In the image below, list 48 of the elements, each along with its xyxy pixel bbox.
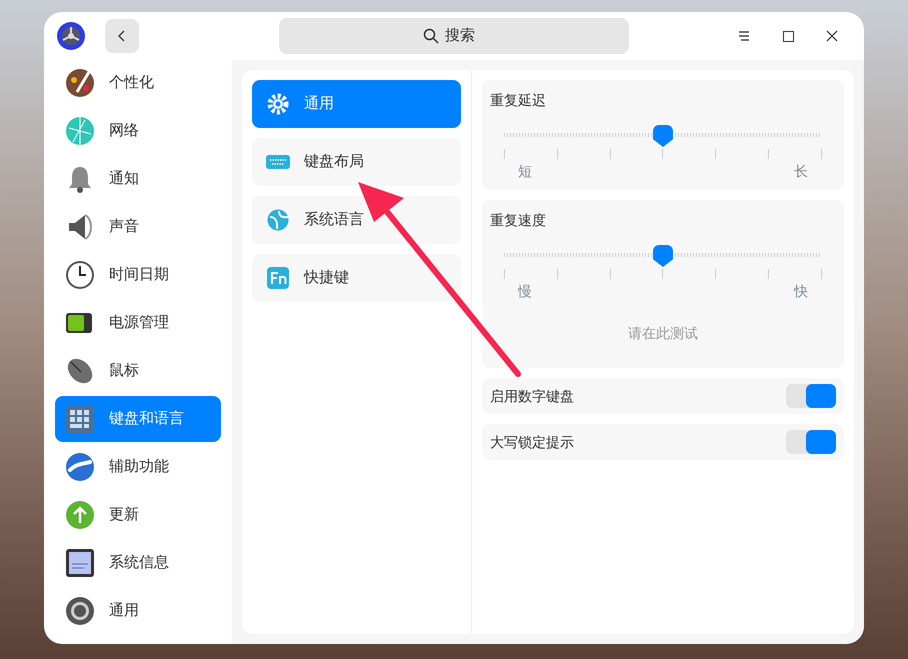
search-field[interactable]: 搜索	[279, 18, 629, 54]
submenu-item[interactable]: 系统语言	[252, 196, 461, 244]
slider-min-label: 慢	[518, 282, 532, 301]
submenu-item[interactable]: 通用	[252, 80, 461, 128]
system-info-icon	[65, 548, 95, 578]
slider-max-label: 长	[794, 162, 808, 181]
keyboard-icon	[65, 404, 95, 434]
test-input-field[interactable]: 请在此测试	[490, 316, 836, 350]
sidebar-item[interactable]: 时间日期	[55, 252, 221, 298]
maximize-icon	[782, 30, 794, 42]
sidebar-item[interactable]: 键盘和语言	[55, 396, 221, 442]
sidebar-item[interactable]: 网络	[55, 108, 221, 154]
search-icon	[423, 28, 439, 44]
menu-icon	[738, 31, 750, 41]
sidebar-item[interactable]: 辅助功能	[55, 444, 221, 490]
globe-icon	[267, 209, 289, 231]
palette-icon	[65, 68, 95, 98]
network-globe-icon	[65, 116, 95, 146]
sidebar-item[interactable]: 通知	[55, 156, 221, 202]
toggle-switch[interactable]	[786, 430, 836, 454]
sidebar-item[interactable]: 电源管理	[55, 300, 221, 346]
app-logo-icon	[56, 21, 86, 51]
slider-thumb[interactable]	[653, 125, 673, 147]
toggle-switch[interactable]	[786, 384, 836, 408]
sidebar-item[interactable]: 鼠标	[55, 348, 221, 394]
fn-key-icon	[267, 267, 289, 289]
sidebar-item[interactable]: 系统信息	[55, 540, 221, 586]
slider-min-label: 短	[518, 162, 532, 181]
toggle-label: 启用数字键盘	[490, 386, 574, 406]
battery-icon	[65, 312, 95, 334]
clock-icon	[65, 260, 95, 290]
slider-max-label: 快	[794, 282, 808, 301]
sidebar-item[interactable]: 声音	[55, 204, 221, 250]
close-icon	[826, 30, 838, 42]
toggle-label: 大写锁定提示	[490, 432, 574, 452]
mouse-icon	[65, 356, 95, 386]
sidebar-item[interactable]: 个性化	[55, 60, 221, 106]
back-button[interactable]	[105, 19, 139, 53]
keyboard-icon	[266, 155, 290, 169]
slider-thumb[interactable]	[653, 245, 673, 267]
submenu-item[interactable]: 快捷键	[252, 254, 461, 302]
sidebar-item[interactable]: 通用	[55, 588, 221, 634]
chevron-left-icon	[118, 30, 126, 42]
slider-title: 重复速度	[490, 211, 546, 230]
search-input: 搜索	[445, 24, 485, 48]
sidebar-item[interactable]: 更新	[55, 492, 221, 538]
submenu-item[interactable]: 键盘布局	[252, 138, 461, 186]
slider-title: 重复延迟	[490, 91, 546, 110]
